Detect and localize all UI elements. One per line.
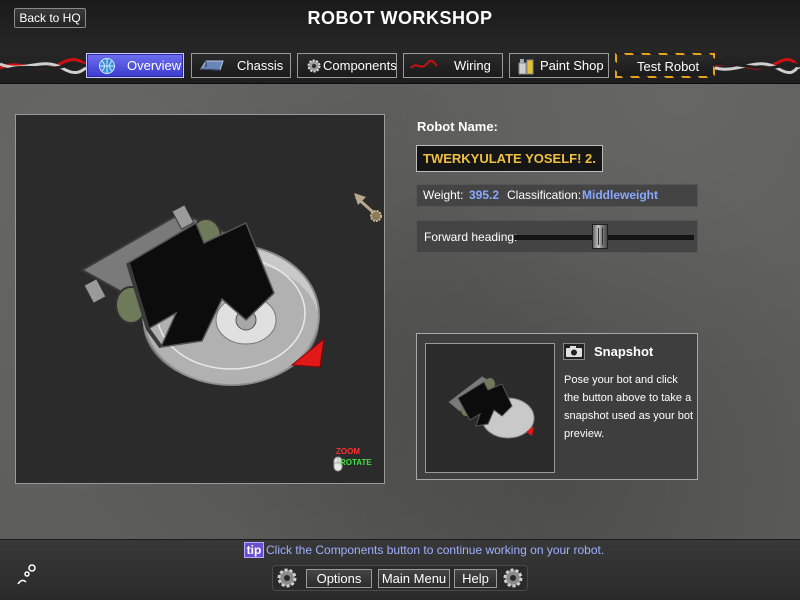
tip-text: Click the Components button to continue …	[266, 543, 605, 557]
tab-chassis-label: Chassis	[237, 58, 284, 73]
classification-value: Middleweight	[582, 188, 658, 202]
main-menu-button[interactable]: Main Menu	[378, 569, 450, 588]
take-snapshot-button[interactable]	[563, 343, 585, 360]
gear-icon	[277, 568, 297, 588]
help-button[interactable]: Help	[454, 569, 497, 588]
snapshot-preview	[425, 343, 555, 473]
zoom-hint: ZOOM	[336, 447, 360, 456]
camera-icon	[566, 346, 582, 357]
tab-chassis[interactable]: Chassis	[191, 53, 291, 78]
classification-label: Classification:	[507, 188, 582, 202]
tab-wiring-label: Wiring	[454, 58, 491, 73]
globe-icon	[99, 58, 115, 74]
tab-paint-shop[interactable]: Paint Shop	[509, 53, 609, 78]
page-title: ROBOT WORKSHOP	[307, 8, 493, 28]
tab-components-label: Components	[323, 58, 397, 73]
robot-name-label: Robot Name:	[417, 119, 498, 134]
workshop-tabs: Overview Chassis Components Wiring Paint…	[0, 53, 800, 79]
tab-components[interactable]: Components	[297, 53, 397, 78]
rotate-hint: ROTATE	[340, 458, 372, 467]
tab-overview-label: Overview	[127, 58, 182, 73]
forward-heading-control: Forward heading:	[416, 220, 698, 253]
footer-bar: tip Click the Components button to conti…	[0, 539, 800, 600]
tab-test-robot-label: Test Robot	[637, 59, 700, 74]
wire-icon	[410, 59, 438, 69]
robot-stats-bar: Weight: 395.2 Classification: Middleweig…	[416, 184, 698, 207]
corner-logo-icon	[17, 564, 36, 585]
snapshot-title: Snapshot	[594, 344, 654, 359]
tab-wiring[interactable]: Wiring	[403, 53, 503, 78]
tab-test-robot[interactable]: Test Robot	[615, 53, 715, 78]
tab-overview[interactable]: Overview	[86, 53, 184, 78]
snapshot-robot-image	[447, 375, 535, 439]
chassis-icon	[200, 60, 224, 71]
weight-label: Weight:	[423, 188, 464, 202]
robot-model	[79, 193, 382, 386]
gear-icon	[503, 568, 523, 588]
snapshot-panel: Snapshot Pose your bot and click the but…	[416, 333, 698, 480]
header-bar: Back to HQ ROBOT WORKSHOP Overview Chass…	[0, 0, 800, 84]
options-button[interactable]: Options	[306, 569, 372, 588]
tab-paint-shop-label: Paint Shop	[540, 58, 604, 73]
robot-3d-viewport[interactable]	[15, 114, 385, 484]
forward-heading-label: Forward heading:	[424, 230, 518, 244]
snapshot-description: Pose your bot and click the button above…	[564, 374, 694, 440]
robot-name-input[interactable]	[416, 145, 603, 172]
heading-slider-thumb[interactable]	[592, 224, 609, 249]
tip-badge: tip	[244, 542, 264, 558]
weight-value: 395.2	[469, 188, 500, 202]
